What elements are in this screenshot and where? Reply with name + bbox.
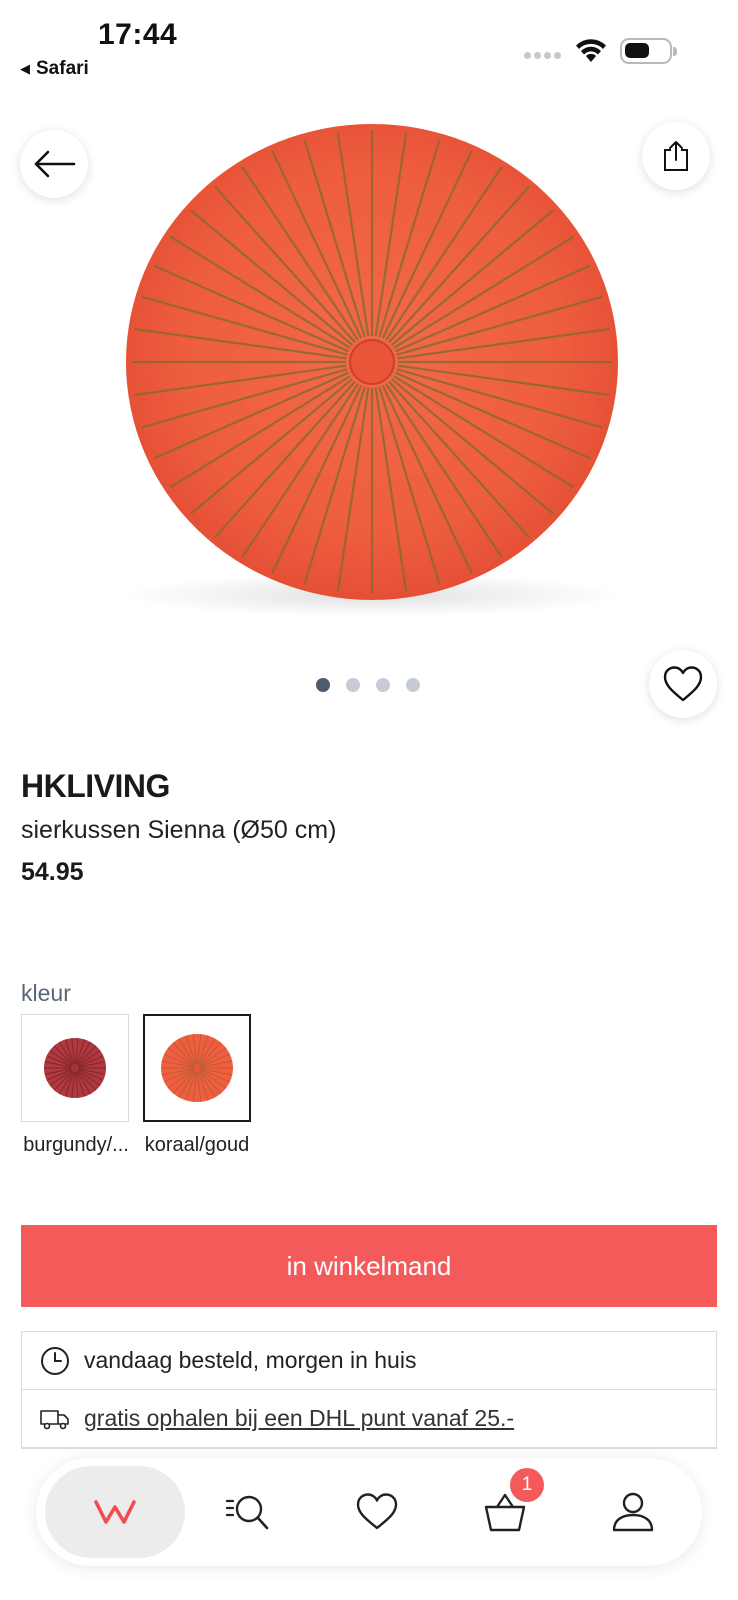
pagination-dot[interactable] — [376, 678, 390, 692]
nav-account[interactable] — [588, 1466, 678, 1558]
color-swatch-koraal[interactable] — [143, 1014, 251, 1122]
color-label: kleur — [21, 980, 71, 1006]
delivery-text: vandaag besteld, morgen in huis — [84, 1347, 417, 1373]
back-app-label: Safari — [36, 58, 89, 79]
wifi-icon — [576, 39, 606, 62]
pickup-link[interactable]: gratis ophalen bij een DHL punt vanaf 25… — [84, 1405, 514, 1432]
user-icon — [612, 1492, 654, 1532]
wehkamp-logo-icon — [94, 1500, 136, 1524]
share-icon — [664, 141, 688, 171]
nav-search[interactable] — [204, 1466, 294, 1558]
swatch-label-koraal: koraal/goud — [144, 1134, 250, 1156]
nav-home[interactable] — [45, 1466, 185, 1558]
back-to-app-link[interactable]: ◀ Safari — [20, 58, 89, 80]
product-name: sierkussen Sienna (Ø50 cm) — [21, 816, 337, 844]
truck-icon — [40, 1409, 69, 1429]
pagination-dot[interactable] — [346, 678, 360, 692]
search-menu-icon — [225, 1495, 269, 1530]
delivery-info-box: vandaag besteld, morgen in huis gratis o… — [21, 1331, 717, 1449]
status-time: 17:44 — [98, 18, 178, 51]
arrow-left-icon — [34, 150, 76, 178]
round-coral-cushion-image — [122, 124, 622, 617]
back-button[interactable] — [20, 130, 88, 198]
burgundy-cushion-thumbnail — [44, 1038, 106, 1098]
bottom-navigation: 1 — [36, 1458, 702, 1566]
cellular-signal-icon — [524, 52, 561, 59]
brand-name[interactable]: HKLIVING — [21, 768, 170, 805]
heart-icon — [356, 1493, 398, 1530]
cart-count-badge: 1 — [510, 1468, 544, 1502]
pagination-dot[interactable] — [316, 678, 330, 692]
clock-icon — [41, 1346, 69, 1375]
share-button[interactable] — [642, 122, 710, 190]
pagination-dot[interactable] — [406, 678, 420, 692]
battery-icon — [620, 38, 677, 64]
back-triangle-icon: ◀ — [20, 61, 30, 76]
favorite-button[interactable] — [649, 650, 717, 718]
image-pagination-dots — [316, 678, 420, 692]
delivery-info-row: vandaag besteld, morgen in huis — [22, 1332, 716, 1390]
add-to-cart-button[interactable]: in winkelmand — [21, 1225, 717, 1307]
swatch-label-burgundy: burgundy/... — [23, 1134, 129, 1156]
color-swatch-burgundy[interactable] — [21, 1014, 129, 1122]
product-image-carousel[interactable] — [0, 100, 738, 640]
nav-favorites[interactable] — [332, 1466, 422, 1558]
pickup-info-row[interactable]: gratis ophalen bij een DHL punt vanaf 25… — [22, 1390, 716, 1448]
coral-cushion-thumbnail — [161, 1034, 233, 1102]
heart-icon — [663, 666, 703, 702]
product-price: 54.95 — [21, 858, 84, 886]
